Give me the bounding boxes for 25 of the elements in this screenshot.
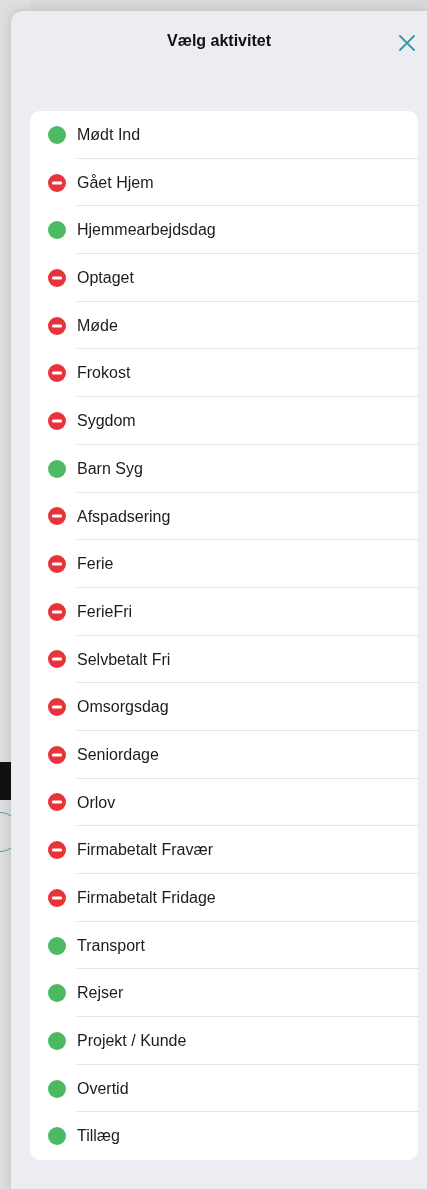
activity-item[interactable]: Seniordage: [30, 730, 418, 779]
activity-item[interactable]: Rejser: [30, 969, 418, 1018]
activity-item[interactable]: Overtid: [30, 1064, 418, 1113]
close-icon: [399, 35, 415, 51]
activity-item[interactable]: Omsorgsdag: [30, 683, 418, 731]
activity-item[interactable]: Tillæg: [30, 1112, 418, 1161]
activity-item[interactable]: Transport: [30, 921, 418, 970]
activity-item[interactable]: Firmabetalt Fridage: [30, 874, 418, 922]
activity-item[interactable]: Ferie: [30, 540, 418, 588]
activity-item[interactable]: FerieFri: [30, 587, 418, 636]
close-button[interactable]: [397, 33, 417, 53]
activity-item[interactable]: Projekt / Kunde: [30, 1017, 418, 1065]
activity-item[interactable]: Hjemmearbejdsdag: [30, 206, 418, 255]
activity-item[interactable]: Gået Hjem: [30, 158, 418, 207]
activity-item[interactable]: Sygdom: [30, 397, 418, 445]
activity-item[interactable]: Firmabetalt Fravær: [30, 826, 418, 874]
activity-item[interactable]: Selvbetalt Fri: [30, 635, 418, 684]
activity-item[interactable]: Frokost: [30, 349, 418, 398]
activity-item[interactable]: Orlov: [30, 778, 418, 827]
activity-item[interactable]: Mødt Ind: [30, 111, 418, 159]
sheet-title: Vælg aktivitet: [167, 32, 271, 51]
activity-item[interactable]: Afspadsering: [30, 492, 418, 541]
activity-item[interactable]: Optaget: [30, 254, 418, 302]
activity-item[interactable]: Barn Syg: [30, 444, 418, 493]
activity-item[interactable]: Møde: [30, 301, 418, 350]
